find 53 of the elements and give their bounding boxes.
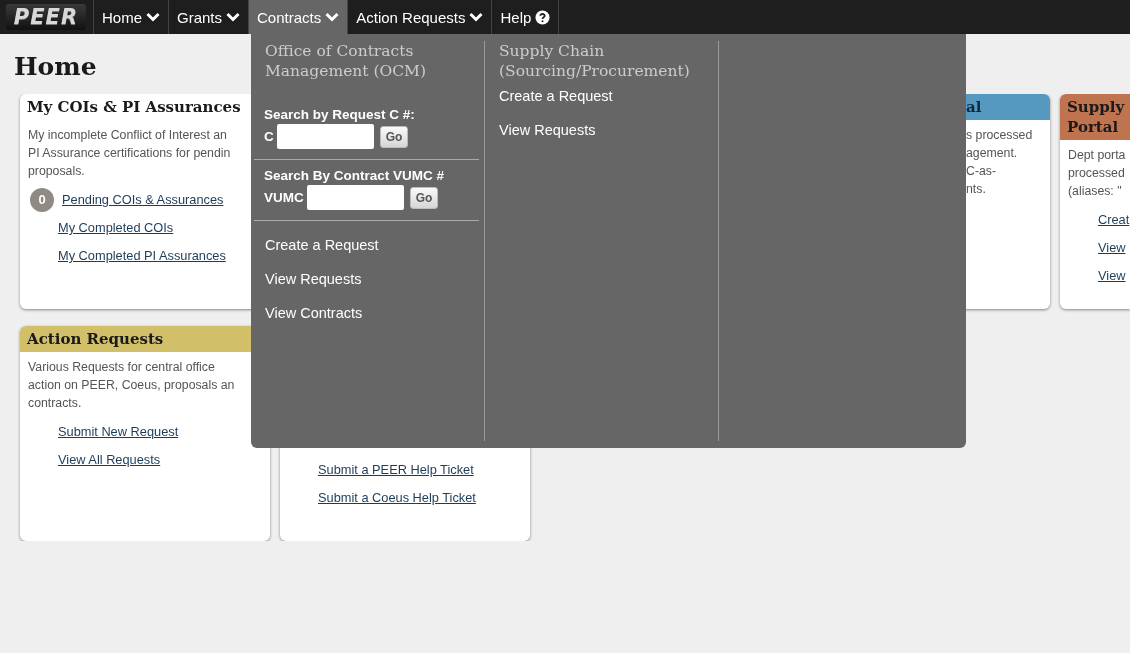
card-description: nts. (966, 181, 986, 198)
count-badge: 0 (30, 187, 54, 212)
card-description: C-as- (966, 163, 997, 180)
search-field[interactable] (276, 124, 374, 149)
page-title: Home (14, 52, 97, 83)
field-prefix: VUMC (264, 190, 304, 205)
card-link[interactable]: Submit a Coeus Help Ticket (318, 488, 476, 507)
nav-menu-item[interactable]: Contracts (248, 0, 348, 34)
card-link[interactable]: My Completed COIs (58, 218, 174, 237)
card-link[interactable]: Submit a PEER Help Ticket (318, 460, 474, 479)
card-description: processed (1068, 165, 1125, 182)
card-link[interactable]: Pending COIs & Assurances (62, 190, 224, 209)
chevron-down-icon (325, 12, 340, 22)
search-label: Search by Request C #: (264, 107, 415, 122)
chevron-down-icon (146, 12, 160, 22)
card-description: PI Assurance certifications for pendin (28, 145, 231, 162)
card-link[interactable]: Submit New Request (58, 422, 179, 441)
card-link[interactable]: Creat (1098, 210, 1130, 229)
card-title: Action Requests (27, 329, 165, 349)
search-label: Search By Contract VUMC # (264, 168, 445, 183)
menu-link[interactable]: Create a Request (499, 87, 613, 106)
chevron-down-icon (226, 12, 241, 22)
card-description: s processed (966, 127, 1033, 144)
card-description: agement. (966, 145, 1018, 162)
card-description: contracts. (28, 395, 82, 412)
help-icon (535, 9, 551, 25)
menu-link[interactable]: View Contracts (265, 304, 363, 323)
card-link[interactable]: View (1098, 266, 1126, 285)
card-link[interactable]: My Completed PI Assurances (58, 246, 226, 265)
menu-link[interactable]: Create a Request (265, 236, 379, 255)
field-prefix: C (264, 129, 274, 144)
menu-section-heading: Supply Chain (Sourcing/Procurement) (498, 41, 691, 81)
nav-menu-item[interactable]: Home (93, 0, 168, 34)
card-description: My incomplete Conflict of Interest an (28, 127, 227, 144)
search-field[interactable] (306, 185, 404, 210)
logo[interactable]: PEER (6, 4, 86, 30)
card-title: Supply (1067, 97, 1123, 117)
menu-link[interactable]: View Requests (499, 121, 596, 140)
card-description: action on PEER, Coeus, proposals an (28, 377, 235, 394)
card-title: My COIs & PI Assurances (27, 97, 242, 117)
go-button[interactable]: Go (379, 125, 409, 148)
card-description: Dept porta (1068, 147, 1126, 164)
card-title: Portal (1067, 117, 1120, 137)
card-description: (aliases: " (1068, 183, 1122, 200)
card-description: proposals. (28, 163, 85, 180)
card-description: Various Requests for central office (28, 359, 215, 376)
card-link[interactable]: View (1098, 238, 1126, 257)
card-link[interactable]: View All Requests (58, 450, 161, 469)
card-title: al (966, 97, 983, 117)
menu-link[interactable]: View Requests (265, 270, 362, 289)
chevron-down-icon (469, 12, 484, 22)
go-button[interactable]: Go (409, 186, 439, 209)
menu-section-heading: Office of Contracts Management (OCM) (264, 41, 427, 81)
